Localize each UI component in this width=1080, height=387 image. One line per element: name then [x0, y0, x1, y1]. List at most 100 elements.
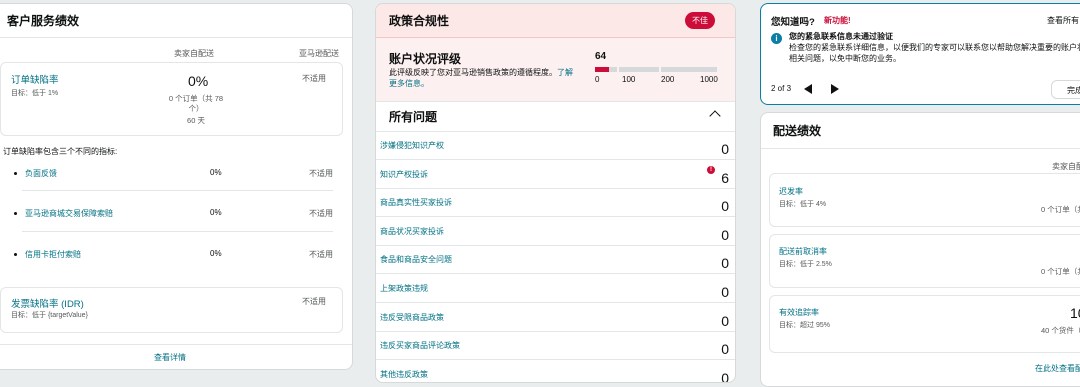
odr-box: 订单缺陷率 目标：低于 1% 0% 0 个订单（共 78 个） 60 天 不适用 — [0, 62, 343, 136]
csp-title: 客户服务绩效 — [0, 4, 352, 38]
csp-col-amazon: 亚马逊配送 — [299, 49, 339, 58]
issue-row: 违反受限商品政策 0 — [376, 304, 735, 332]
ahr-bar-fill — [595, 67, 610, 72]
idr-link[interactable]: 发票缺陷率 (IDR) — [11, 296, 84, 310]
issue-link[interactable]: 商品真实性买家投诉 — [380, 197, 452, 208]
ahr-tick: 200 — [661, 75, 675, 84]
issue-link[interactable]: 食品和商品安全问题 — [380, 254, 452, 265]
view-shipping-link[interactable]: 在此处查看配 — [1035, 363, 1080, 374]
info-icon: i — [771, 33, 782, 44]
sub-item-value: 0% — [210, 208, 222, 217]
sub-item-atoz-claims[interactable]: 亚马逊商城交易保障索赔 — [25, 208, 113, 219]
done-button[interactable]: 完成 — [1051, 80, 1080, 99]
account-health-rating: 账户状况评级 此评级反映了您对亚马逊销售政策的遵循程度。了解更多信息。 64 0… — [376, 38, 735, 102]
sub-item-negative-feedback[interactable]: 负面反馈 — [25, 168, 57, 179]
view-all-link[interactable]: 查看所有 — [1047, 15, 1079, 26]
ahr-description: 此评级反映了您对亚马逊销售政策的遵循程度。了解更多信息。 — [389, 67, 579, 89]
ahr-bar-segment — [661, 67, 717, 72]
odr-value: 0% — [188, 73, 209, 89]
bullet-dot — [14, 172, 17, 175]
tip-title: 您知道吗? — [771, 17, 815, 28]
issue-count: 0 — [721, 312, 729, 329]
shipping-performance-card: 配送绩效 卖家自配送 迟发率 目标：低于 4% 0 个订单（共 3 配送前取消率… — [760, 112, 1080, 387]
divider — [0, 344, 352, 345]
issue-row: 食品和商品安全问题 0 — [376, 246, 735, 275]
idr-box: 发票缺陷率 (IDR) 目标：低于 {targetValue} 不适用 — [0, 287, 343, 333]
ahr-bar-segment — [619, 67, 659, 72]
ahr-bar — [595, 67, 717, 72]
sub-item-amazon: 不适用 — [309, 209, 333, 218]
issue-link[interactable]: 违反受限商品政策 — [380, 312, 444, 323]
late-shipment-detail: 0 个订单（共 3 — [1041, 205, 1080, 214]
odr-link[interactable]: 订单缺陷率 — [11, 72, 59, 86]
valid-tracking-value: 10 — [1070, 305, 1080, 321]
view-details-link[interactable]: 查看详情 — [154, 352, 186, 363]
issue-count: 0 — [721, 284, 729, 300]
issue-row: 商品状况买家投诉 0 — [376, 218, 735, 246]
status-badge: 不佳 — [685, 12, 715, 29]
idr-target: 目标：低于 {targetValue} — [11, 312, 88, 319]
tip-heading: 您的紧急联系信息未通过验证 — [789, 32, 893, 41]
valid-tracking-detail: 40 个货件（共 4 — [1041, 326, 1080, 335]
ahr-bar-segment — [595, 67, 617, 72]
did-you-know-card: 您知道吗? 新功能! 查看所有 i 您的紧急联系信息未通过验证 检查您的紧急联系… — [760, 3, 1080, 105]
sub-item-chargeback-claims[interactable]: 信用卡拒付索赔 — [25, 249, 81, 260]
customer-service-performance-card: 客户服务绩效 卖家自配送 亚马逊配送 订单缺陷率 目标：低于 1% 0% 0 个… — [0, 3, 353, 370]
issue-count: 0 — [721, 341, 729, 358]
cancel-rate-link[interactable]: 配送前取消率 — [779, 246, 827, 257]
next-icon[interactable] — [831, 84, 839, 94]
issue-count: 0 — [721, 141, 729, 157]
issue-link[interactable]: 涉嫌侵犯知识产权 — [380, 140, 444, 151]
late-shipment-box: 迟发率 目标：低于 4% 0 个订单（共 3 — [769, 173, 1080, 227]
previous-icon[interactable] — [804, 84, 812, 94]
valid-tracking-box: 有效追踪率 目标：超过 95% 10 40 个货件（共 4 — [769, 295, 1080, 353]
new-feature-label: 新功能! — [824, 16, 851, 25]
issue-link[interactable]: 知识产权投诉 — [380, 169, 428, 180]
ahr-tick: 1000 — [700, 75, 718, 84]
tip-body: 检查您的紧急联系详细信息，以便我们的专家可以联系您以帮助您解决重要的账户状况相关… — [789, 43, 1080, 63]
all-issues-header[interactable]: 所有问题 — [376, 102, 735, 132]
policy-compliance-card: 政策合规性 不佳 账户状况评级 此评级反映了您对亚马逊销售政策的遵循程度。了解更… — [375, 3, 736, 383]
issue-row: 上架政策违规 0 — [376, 275, 735, 303]
late-shipment-link[interactable]: 迟发率 — [779, 186, 803, 197]
issue-row: 知识产权投诉 6! — [376, 161, 735, 189]
bullet-dot — [14, 212, 17, 215]
policy-title: 政策合规性 — [376, 4, 735, 38]
divider — [22, 231, 333, 232]
odr-target: 目标：低于 1% — [11, 90, 59, 97]
cancel-rate-target: 目标：低于 2.5% — [779, 261, 832, 268]
issue-row: 商品真实性买家投诉 0 — [376, 189, 735, 218]
issue-count: 6 — [721, 169, 729, 186]
pager-text: 2 of 3 — [771, 84, 792, 93]
csp-col-seller: 卖家自配送 — [174, 49, 214, 58]
divider — [22, 190, 333, 191]
chevron-up-icon[interactable] — [709, 110, 721, 122]
ahr-tick: 0 — [595, 75, 600, 84]
odr-detail-2: 个） — [188, 104, 204, 113]
issue-link[interactable]: 上架政策违规 — [380, 283, 428, 294]
ahr-title: 账户状况评级 — [389, 52, 462, 66]
sub-item-amazon: 不适用 — [309, 250, 333, 259]
cancel-rate-box: 配送前取消率 目标：低于 2.5% 0 个订单（共 1 — [769, 234, 1080, 288]
sub-item-amazon: 不适用 — [309, 169, 333, 178]
idr-amazon: 不适用 — [302, 297, 326, 306]
issue-row: 违反买家商品评论政策 0 — [376, 332, 735, 361]
all-issues-title: 所有问题 — [389, 110, 438, 124]
ahr-desc-text: 此评级反映了您对亚马逊销售政策的遵循程度。 — [389, 68, 557, 77]
issue-count: 0 — [721, 369, 729, 383]
sub-item-value: 0% — [210, 168, 222, 177]
odr-amazon: 不适用 — [302, 74, 326, 83]
issue-row: 涉嫌侵犯知识产权 0 — [376, 132, 735, 160]
sub-item-value: 0% — [210, 249, 222, 258]
issue-link[interactable]: 违反买家商品评论政策 — [380, 340, 460, 351]
issue-count: 0 — [721, 198, 729, 215]
issue-link[interactable]: 其他违反政策 — [380, 369, 428, 380]
issue-row: 其他违反政策 0 — [376, 361, 735, 383]
valid-tracking-link[interactable]: 有效追踪率 — [779, 307, 819, 318]
issue-link[interactable]: 商品状况买家投诉 — [380, 226, 444, 237]
cancel-rate-detail: 0 个订单（共 1 — [1041, 267, 1080, 276]
ship-col-seller: 卖家自配送 — [1052, 162, 1080, 171]
ship-title: 配送绩效 — [761, 113, 1080, 149]
sub-intro: 订单缺陷率包含三个不同的指标: — [3, 147, 118, 156]
issue-count: 0 — [721, 255, 729, 272]
